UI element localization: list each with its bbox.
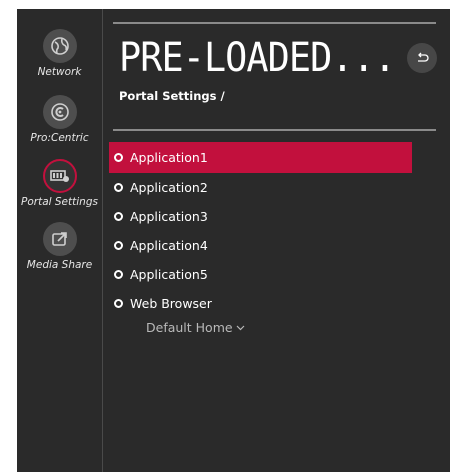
sidebar-item-procentric[interactable]: Pro:Centric [17, 95, 102, 144]
radio-icon [114, 183, 123, 192]
menu-item-label: Application4 [130, 238, 208, 253]
sidebar-item-label: Portal Settings [21, 196, 98, 208]
menu-item-label: Application3 [130, 209, 208, 224]
sidebar-item-label: Network [37, 66, 82, 78]
menu-item-application5[interactable]: Application5 [109, 260, 412, 289]
back-arrow-icon [418, 52, 429, 62]
main-panel: PRE-LOADED... Portal Settings / Applicat… [103, 9, 450, 472]
radio-icon [114, 270, 123, 279]
tv-screen: Network Pro:Centric Portal Settings Medi… [17, 9, 450, 472]
radio-icon [114, 241, 123, 250]
application-list: Application1 Application2 Application3 A… [109, 142, 412, 318]
radio-icon [114, 299, 123, 308]
sidebar-item-media-share[interactable]: Media Share [17, 222, 102, 271]
top-divider [113, 22, 436, 24]
media-share-icon [42, 222, 77, 256]
breadcrumb: Portal Settings / [119, 89, 225, 103]
sidebar-item-portal-settings[interactable]: Portal Settings [17, 159, 102, 208]
radio-icon [114, 153, 123, 162]
menu-item-application3[interactable]: Application3 [109, 202, 412, 231]
sidebar-item-label: Media Share [26, 259, 93, 271]
menu-item-application1[interactable]: Application1 [109, 142, 412, 173]
menu-item-web-browser[interactable]: Web Browser [109, 289, 412, 318]
header-divider [113, 129, 436, 131]
globe-icon [42, 29, 77, 63]
sidebar-item-network[interactable]: Network [17, 29, 102, 78]
sidebar: Network Pro:Centric Portal Settings Medi… [17, 9, 103, 472]
sidebar-item-label: Pro:Centric [30, 132, 89, 144]
menu-item-application4[interactable]: Application4 [109, 231, 412, 260]
procentric-icon [42, 95, 77, 129]
default-home-dropdown[interactable]: Default Home [146, 320, 245, 335]
menu-item-application2[interactable]: Application2 [109, 173, 412, 202]
radio-icon [114, 212, 123, 221]
menu-item-label: Application2 [130, 180, 208, 195]
menu-item-label: Application5 [130, 267, 208, 282]
menu-item-label: Application1 [130, 150, 208, 165]
chevron-down-icon [236, 325, 244, 330]
default-home-label: Default Home [146, 320, 233, 335]
back-button[interactable] [407, 43, 437, 73]
portal-settings-icon [42, 159, 77, 193]
menu-item-label: Web Browser [130, 296, 212, 311]
page-title: PRE-LOADED... [119, 35, 396, 81]
